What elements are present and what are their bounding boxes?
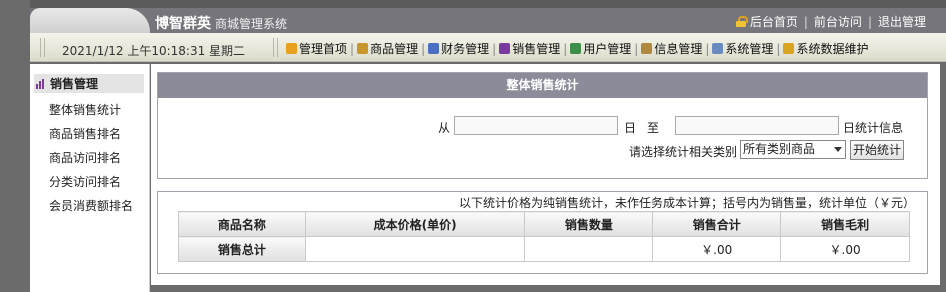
toolbar-grip — [273, 38, 278, 57]
total-sales: ￥.00 — [652, 236, 782, 262]
menu-info[interactable]: 信息管理 — [641, 40, 702, 57]
link-logout[interactable]: 退出管理 — [878, 13, 926, 30]
total-quantity — [524, 236, 654, 262]
day-label: 日 — [624, 121, 637, 135]
menu-sales[interactable]: 销售管理 — [499, 40, 560, 57]
sidebar-header: 销售管理 — [34, 74, 144, 93]
results-panel: 以下统计价格为纯销售统计，未作任务成本计算；括号内为销售量，统计单位（￥元） 商… — [157, 191, 928, 274]
nav-bar: 2021/1/12 上午10:18:31 星期二 管理首项 | 商品管理 | 财… — [30, 33, 946, 62]
lock-icon — [783, 43, 795, 54]
from-label: 从 — [438, 121, 451, 135]
to-label: 至 — [647, 121, 660, 135]
filter-panel: 整体销售统计 从 日 至 日统计信息 请选择统计相关类别 所有类别商品 开始统计 — [157, 72, 928, 179]
column-header: 销售毛利 — [780, 211, 910, 237]
menu-separator: | — [634, 41, 639, 56]
lock-icon — [735, 16, 748, 27]
trophy-icon — [286, 43, 297, 54]
category-row: 请选择统计相关类别 所有类别商品 开始统计 — [158, 140, 929, 160]
sidebar-item-product-visit-rank[interactable]: 商品访问排名 — [30, 146, 149, 170]
main-menu: 管理首项 | 商品管理 | 财务管理 | 销售管理 | 用户管理 | 信息管理 … — [286, 40, 868, 57]
link-frontend[interactable]: 前台访问 — [814, 13, 862, 30]
document-icon — [712, 43, 724, 54]
end-date-input[interactable] — [675, 116, 839, 135]
menu-users[interactable]: 用户管理 — [570, 40, 631, 57]
chevron-down-icon — [834, 147, 842, 152]
sidebar: 销售管理 整体销售统计 商品销售排名 商品访问排名 分类访问排名 会员消费额排名 — [30, 64, 150, 292]
menu-system[interactable]: 系统管理 — [712, 40, 773, 57]
total-cost — [304, 236, 526, 262]
sidebar-item-overall-stats[interactable]: 整体销售统计 — [30, 98, 149, 122]
menu-separator: | — [776, 41, 781, 56]
category-select[interactable]: 所有类别商品 — [740, 140, 846, 159]
start-date-input[interactable] — [454, 116, 618, 135]
menu-separator: | — [492, 41, 497, 56]
menu-separator: | — [705, 41, 710, 56]
sidebar-menu: 整体销售统计 商品销售排名 商品访问排名 分类访问排名 会员消费额排名 — [30, 98, 149, 218]
column-header: 成本价格(单价) — [304, 211, 526, 237]
column-header: 销售数量 — [524, 211, 654, 237]
start-stats-button[interactable]: 开始统计 — [850, 140, 904, 160]
link-separator: | — [867, 14, 872, 29]
brand-logo: 博智群英 — [155, 16, 211, 32]
brand: 博智群英 商城管理系统 — [155, 13, 288, 32]
user-icon — [570, 43, 582, 54]
datetime: 2021/1/12 上午10:18:31 星期二 — [62, 44, 246, 58]
stats-suffix-label: 日统计信息 — [843, 121, 904, 135]
box-icon — [357, 43, 369, 54]
bar-chart-icon — [36, 78, 47, 89]
table-header-row: 商品名称 成本价格(单价) 销售数量 销售合计 销售毛利 — [178, 211, 910, 237]
total-label: 销售总计 — [178, 236, 306, 262]
sidebar-item-product-sales-rank[interactable]: 商品销售排名 — [30, 122, 149, 146]
table-row: 销售总计 ￥.00 ￥.00 — [178, 236, 910, 262]
date-range-row: 从 日 至 日统计信息 — [156, 116, 927, 136]
menu-finance[interactable]: 财务管理 — [428, 40, 489, 57]
panel-title: 整体销售统计 — [158, 73, 927, 98]
info-icon — [641, 43, 653, 54]
bar-chart-icon — [499, 43, 511, 54]
sidebar-item-category-visit-rank[interactable]: 分类访问排名 — [30, 170, 149, 194]
header-tab-decoration — [30, 8, 150, 33]
column-header: 商品名称 — [178, 211, 306, 237]
menu-separator: | — [563, 41, 568, 56]
sales-stats-table: 商品名称 成本价格(单价) 销售数量 销售合计 销售毛利 销售总计 ￥.00 ￥… — [178, 211, 910, 262]
stats-note: 以下统计价格为纯销售统计，未作任务成本计算；括号内为销售量，统计单位（￥元） — [458, 196, 915, 210]
total-gross-profit: ￥.00 — [780, 236, 910, 262]
toolbar-grip — [40, 38, 45, 57]
column-header: 销售合计 — [652, 211, 782, 237]
menu-home[interactable]: 管理首项 — [286, 40, 347, 57]
system-name: 商城管理系统 — [215, 17, 288, 31]
category-prompt: 请选择统计相关类别 — [629, 145, 738, 159]
main-content: 整体销售统计 从 日 至 日统计信息 请选择统计相关类别 所有类别商品 开始统计… — [151, 64, 940, 285]
sidebar-title: 销售管理 — [50, 77, 99, 91]
menu-products[interactable]: 商品管理 — [357, 40, 418, 57]
link-separator: | — [803, 14, 808, 29]
menu-separator: | — [350, 41, 355, 56]
link-admin-home[interactable]: 后台首页 — [750, 13, 798, 30]
menu-separator: | — [421, 41, 426, 56]
card-icon — [428, 43, 440, 54]
category-selected-value: 所有类别商品 — [743, 142, 816, 156]
sidebar-item-member-spend-rank[interactable]: 会员消费额排名 — [30, 194, 149, 218]
top-links: 后台首页 | 前台访问 | 退出管理 — [735, 13, 926, 30]
menu-maintenance[interactable]: 系统数据维护 — [783, 40, 868, 57]
